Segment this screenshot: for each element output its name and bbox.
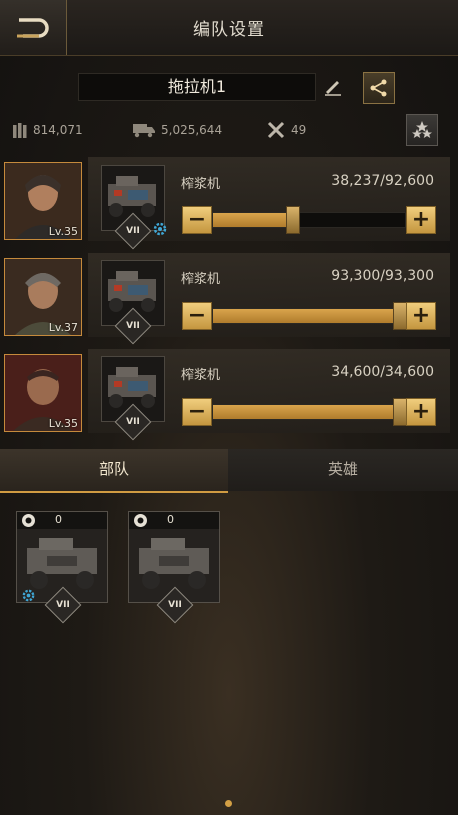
slider-thumb[interactable] [286, 206, 300, 234]
share-icon [370, 79, 387, 97]
hero-portrait[interactable]: Lv.37 [4, 258, 82, 336]
page-indicator-dot[interactable] [225, 800, 232, 807]
slider-fill [213, 309, 405, 323]
decrease-button[interactable]: − [182, 302, 212, 330]
tab-bar: 部队 英雄 [0, 449, 458, 493]
slider-fill [213, 213, 292, 227]
hero-level: Lv.35 [48, 225, 78, 238]
unit-count: 34,600/34,600 [331, 364, 434, 380]
slider-thumb[interactable] [393, 398, 407, 426]
unit-slot[interactable]: VII [101, 260, 165, 345]
card-header: 0 [17, 512, 107, 529]
three-stars-icon [412, 121, 432, 138]
tire-icon [22, 514, 35, 527]
troop-slider[interactable] [212, 398, 407, 426]
hero-portrait[interactable]: Lv.35 [4, 162, 82, 240]
troop-slider[interactable] [212, 302, 407, 330]
decrease-button[interactable]: − [182, 398, 212, 426]
formation-name-field[interactable]: 拖拉机1 [78, 73, 316, 101]
increase-button[interactable]: + [406, 206, 436, 234]
tab-heroes[interactable]: 英雄 [228, 449, 458, 491]
slider-fill [213, 405, 405, 419]
formation-stats: 814,071 5,025,644 49 [0, 118, 458, 142]
tire-icon [134, 514, 147, 527]
increase-button[interactable]: + [406, 398, 436, 426]
hero-level: Lv.35 [48, 417, 78, 430]
page-title: 编队设置 [193, 20, 265, 40]
unit-slot[interactable]: VII [101, 356, 165, 441]
truck-icon [133, 124, 155, 138]
troop-slider[interactable] [212, 206, 406, 234]
gear-icon [22, 589, 35, 602]
unit-count: 38,237/92,600 [331, 173, 434, 189]
hero-level: Lv.37 [48, 321, 78, 334]
ammo-stat: 814,071 [12, 118, 83, 142]
decrease-button[interactable]: − [182, 206, 212, 234]
star-rating-button[interactable] [406, 114, 438, 146]
tools-stat: 49 [266, 118, 306, 142]
card-count: 0 [167, 513, 174, 526]
unit-name: 榨浆机 [181, 272, 221, 287]
transport-value: 5,025,644 [161, 123, 223, 137]
slider-thumb[interactable] [393, 302, 407, 330]
hero-portrait[interactable]: Lv.35 [4, 354, 82, 432]
card-header: 0 [129, 512, 219, 529]
increase-button[interactable]: + [406, 302, 436, 330]
unit-name: 榨浆机 [181, 368, 221, 383]
card-count: 0 [55, 513, 62, 526]
unit-name: 榨浆机 [181, 177, 221, 192]
unit-count: 93,300/93,300 [331, 268, 434, 284]
header-bar: 编队设置 [0, 0, 458, 56]
tools-value: 49 [291, 123, 307, 137]
pencil-icon[interactable] [322, 75, 344, 97]
unit-slot[interactable]: VII [101, 165, 167, 250]
tab-troops[interactable]: 部队 [0, 449, 228, 493]
share-button[interactable] [363, 72, 395, 104]
transport-stat: 5,025,644 [132, 118, 222, 142]
gear-icon [153, 222, 167, 236]
ammo-value: 814,071 [33, 123, 83, 137]
troop-card[interactable]: 0 VII [16, 511, 108, 624]
troop-card[interactable]: 0 VII [128, 511, 220, 624]
tools-icon [267, 121, 285, 139]
ammo-icon [13, 123, 27, 138]
